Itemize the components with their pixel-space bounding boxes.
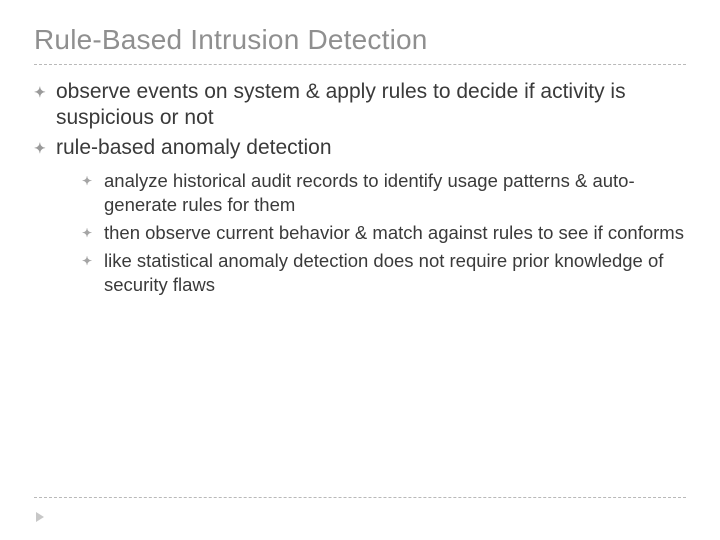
slide: Rule-Based Intrusion Detection ✦ observe… — [0, 0, 720, 540]
bullet-icon: ✦ — [34, 79, 56, 105]
list-item-text: then observe current behavior & match ag… — [104, 221, 684, 245]
list-item-text: observe events on system & apply rules t… — [56, 79, 686, 131]
bullet-icon: ✦ — [34, 135, 56, 161]
footer-arrow-icon — [36, 512, 44, 522]
title-divider — [34, 64, 686, 65]
list-item-text: rule-based anomaly detection — [56, 135, 332, 161]
list-item: ✦ rule-based anomaly detection — [34, 135, 686, 161]
bullet-list-level2: ✦ analyze historical audit records to id… — [34, 169, 686, 297]
footer-divider — [34, 497, 686, 498]
list-item: ✦ like statistical anomaly detection doe… — [82, 249, 686, 297]
list-item-text: analyze historical audit records to iden… — [104, 169, 686, 217]
bullet-list-level1: ✦ observe events on system & apply rules… — [34, 79, 686, 161]
list-item-text: like statistical anomaly detection does … — [104, 249, 686, 297]
bullet-icon: ✦ — [82, 249, 104, 273]
list-item: ✦ then observe current behavior & match … — [82, 221, 686, 245]
list-item: ✦ analyze historical audit records to id… — [82, 169, 686, 217]
list-item: ✦ observe events on system & apply rules… — [34, 79, 686, 131]
bullet-icon: ✦ — [82, 169, 104, 193]
bullet-icon: ✦ — [82, 221, 104, 245]
slide-title: Rule-Based Intrusion Detection — [34, 24, 686, 56]
